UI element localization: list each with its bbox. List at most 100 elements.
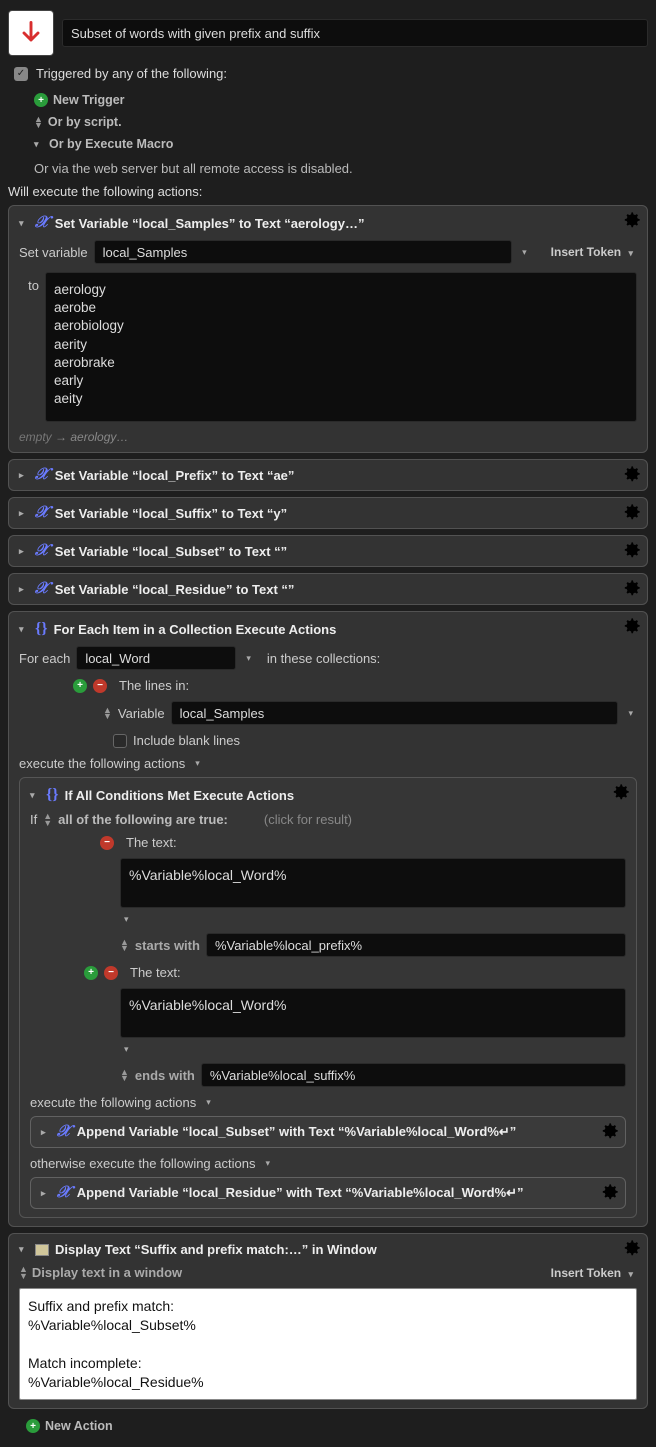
insert-token-button[interactable]: Insert Token ▾ bbox=[551, 1266, 637, 1280]
action-set-variable-samples[interactable]: ▾ 𝒳 Set Variable “local_Samples” to Text… bbox=[8, 205, 648, 453]
variable-value-textarea[interactable]: aerology aerobe aerobiology aerity aerob… bbox=[45, 272, 637, 422]
condition-text-input[interactable]: %Variable%local_Word% bbox=[120, 988, 626, 1038]
action-append-subset[interactable]: ▸ 𝒳 Append Variable “local_Subset” with Te… bbox=[30, 1116, 626, 1148]
variable-name-input[interactable] bbox=[94, 240, 512, 264]
updown-icon[interactable]: ▲▼ bbox=[120, 939, 129, 952]
dropdown-caret-icon[interactable]: ▾ bbox=[120, 914, 133, 925]
add-icon[interactable]: + bbox=[84, 966, 98, 980]
dropdown-caret-icon[interactable]: ▾ bbox=[261, 1158, 274, 1169]
action-title: For Each Item in a Collection Execute Ac… bbox=[54, 622, 337, 637]
remove-icon[interactable]: − bbox=[93, 679, 107, 693]
dropdown-caret-icon[interactable]: ▾ bbox=[191, 758, 204, 769]
or-by-script[interactable]: ▲▼ Or by script. bbox=[34, 111, 648, 133]
gear-icon[interactable] bbox=[623, 1239, 641, 1257]
variable-x-icon: 𝒳 bbox=[35, 542, 49, 560]
starts-with-label[interactable]: starts with bbox=[135, 938, 200, 953]
new-action-label: New Action bbox=[45, 1419, 113, 1433]
add-icon: + bbox=[26, 1419, 40, 1433]
action-set-variable-suffix[interactable]: ▸ 𝒳 Set Variable “local_Suffix” to Text “y… bbox=[8, 497, 648, 529]
gear-icon[interactable] bbox=[623, 541, 641, 559]
condition-rhs-input[interactable] bbox=[201, 1063, 626, 1087]
disclose-icon[interactable]: ▸ bbox=[19, 508, 29, 519]
gear-icon[interactable] bbox=[623, 211, 641, 229]
add-icon[interactable]: + bbox=[73, 679, 87, 693]
action-title: Append Variable “local_Residue” with Tex… bbox=[77, 1185, 524, 1201]
macro-title-input[interactable] bbox=[62, 19, 648, 47]
click-for-result[interactable]: (click for result) bbox=[264, 812, 352, 827]
gear-icon[interactable] bbox=[601, 1122, 619, 1140]
disclose-icon[interactable]: ▸ bbox=[41, 1127, 51, 1138]
dropdown-caret-icon[interactable]: ▾ bbox=[120, 1044, 133, 1055]
or-script-label: Or by script. bbox=[48, 115, 122, 129]
ends-with-label[interactable]: ends with bbox=[135, 1068, 195, 1083]
action-if-block[interactable]: ▾{}If All Conditions Met Execute Actions… bbox=[19, 777, 637, 1218]
action-set-variable-residue[interactable]: ▸ 𝒳 Set Variable “local_Residue” to Text “… bbox=[8, 573, 648, 605]
add-icon: + bbox=[34, 93, 48, 107]
dropdown-caret-icon[interactable]: ▾ bbox=[202, 1097, 215, 1108]
condition-rhs-input[interactable] bbox=[206, 933, 626, 957]
variable-x-icon: 𝒳 bbox=[57, 1184, 71, 1202]
include-blank-checkbox[interactable] bbox=[113, 734, 127, 748]
disclose-icon[interactable]: ▾ bbox=[19, 1244, 29, 1255]
action-title: Set Variable “local_Residue” to Text “” bbox=[55, 582, 295, 597]
new-trigger-label: New Trigger bbox=[53, 93, 125, 107]
trigger-row: ✓ Triggered by any of the following: bbox=[8, 66, 648, 81]
all-true-label: all of the following are true: bbox=[58, 812, 228, 827]
the-text-label: The text: bbox=[130, 965, 181, 980]
action-set-variable-prefix[interactable]: ▸𝒳Set Variable “local_Prefix” to Text “a… bbox=[8, 459, 648, 491]
insert-token-button[interactable]: Insert Token ▾ bbox=[551, 245, 637, 259]
gear-icon[interactable] bbox=[612, 783, 630, 801]
remove-icon[interactable]: − bbox=[104, 966, 118, 980]
updown-icon[interactable]: ▲▼ bbox=[103, 707, 112, 720]
gear-icon[interactable] bbox=[623, 579, 641, 597]
action-for-each[interactable]: ▾ {} For Each Item in a Collection Execute… bbox=[8, 611, 648, 1227]
action-header[interactable]: ▾ 𝒳 Set Variable “local_Samples” to Text… bbox=[19, 214, 637, 232]
display-text-body[interactable]: Suffix and prefix match: %Variable%local… bbox=[19, 1288, 637, 1400]
disclose-icon[interactable]: ▾ bbox=[19, 218, 29, 229]
lines-in-label: The lines in: bbox=[119, 678, 189, 693]
disclose-icon[interactable]: ▸ bbox=[19, 470, 29, 481]
gear-icon[interactable] bbox=[623, 503, 641, 521]
disclose-icon[interactable]: ▾ bbox=[19, 624, 29, 635]
action-title: Set Variable “local_Subset” to Text “” bbox=[55, 544, 287, 559]
action-display-text[interactable]: ▾ Display Text “Suffix and prefix match:… bbox=[8, 1233, 648, 1409]
display-mode-label[interactable]: Display text in a window bbox=[32, 1265, 182, 1280]
condition-text-input[interactable]: %Variable%local_Word% bbox=[120, 858, 626, 908]
action-title: Append Variable “local_Subset” with Text… bbox=[77, 1124, 517, 1140]
new-trigger-button[interactable]: + New Trigger bbox=[34, 89, 648, 111]
dropdown-caret-icon[interactable]: ▾ bbox=[242, 653, 255, 664]
action-set-variable-subset[interactable]: ▸ 𝒳 Set Variable “local_Subset” to Text “” bbox=[8, 535, 648, 567]
result-preview: empty → aerology… bbox=[19, 430, 637, 444]
loop-var-input[interactable] bbox=[76, 646, 236, 670]
dropdown-caret-icon[interactable]: ▾ bbox=[624, 708, 637, 719]
macro-header bbox=[8, 10, 648, 56]
action-title: Display Text “Suffix and prefix match:…”… bbox=[55, 1242, 377, 1257]
if-label: If bbox=[30, 812, 37, 827]
variable-x-icon: 𝒳 bbox=[35, 504, 49, 522]
trigger-checkbox[interactable]: ✓ bbox=[14, 67, 28, 81]
macro-icon[interactable] bbox=[8, 10, 54, 56]
remove-icon[interactable]: − bbox=[100, 836, 114, 850]
disclose-icon[interactable]: ▸ bbox=[19, 546, 29, 557]
execute-actions-label: execute the following actions bbox=[19, 756, 185, 771]
variable-x-icon: 𝒳 bbox=[35, 466, 49, 484]
to-label: to bbox=[19, 272, 39, 293]
variable-x-icon: 𝒳 bbox=[57, 1123, 71, 1141]
action-append-residue[interactable]: ▸ 𝒳 Append Variable “local_Residue” with T… bbox=[30, 1177, 626, 1209]
action-title: Set Variable “local_Suffix” to Text “y” bbox=[55, 506, 287, 521]
updown-icon[interactable]: ▲▼ bbox=[19, 1266, 28, 1279]
disclose-icon[interactable]: ▸ bbox=[19, 584, 29, 595]
gear-icon[interactable] bbox=[623, 465, 641, 483]
variable-x-icon: 𝒳 bbox=[35, 580, 49, 598]
disclose-icon[interactable]: ▸ bbox=[41, 1188, 51, 1199]
updown-icon[interactable]: ▲▼ bbox=[120, 1069, 129, 1082]
gear-icon[interactable] bbox=[601, 1183, 619, 1201]
gear-icon[interactable] bbox=[623, 617, 641, 635]
new-action-button[interactable]: + New Action bbox=[8, 1415, 648, 1437]
dropdown-caret-icon[interactable]: ▾ bbox=[518, 247, 531, 258]
or-by-execute-macro[interactable]: ▾ Or by Execute Macro bbox=[34, 133, 648, 155]
disclose-icon[interactable]: ▾ bbox=[30, 790, 40, 801]
flow-icon: {} bbox=[46, 786, 59, 804]
updown-icon[interactable]: ▲▼ bbox=[43, 813, 52, 826]
lines-source-input[interactable] bbox=[171, 701, 619, 725]
